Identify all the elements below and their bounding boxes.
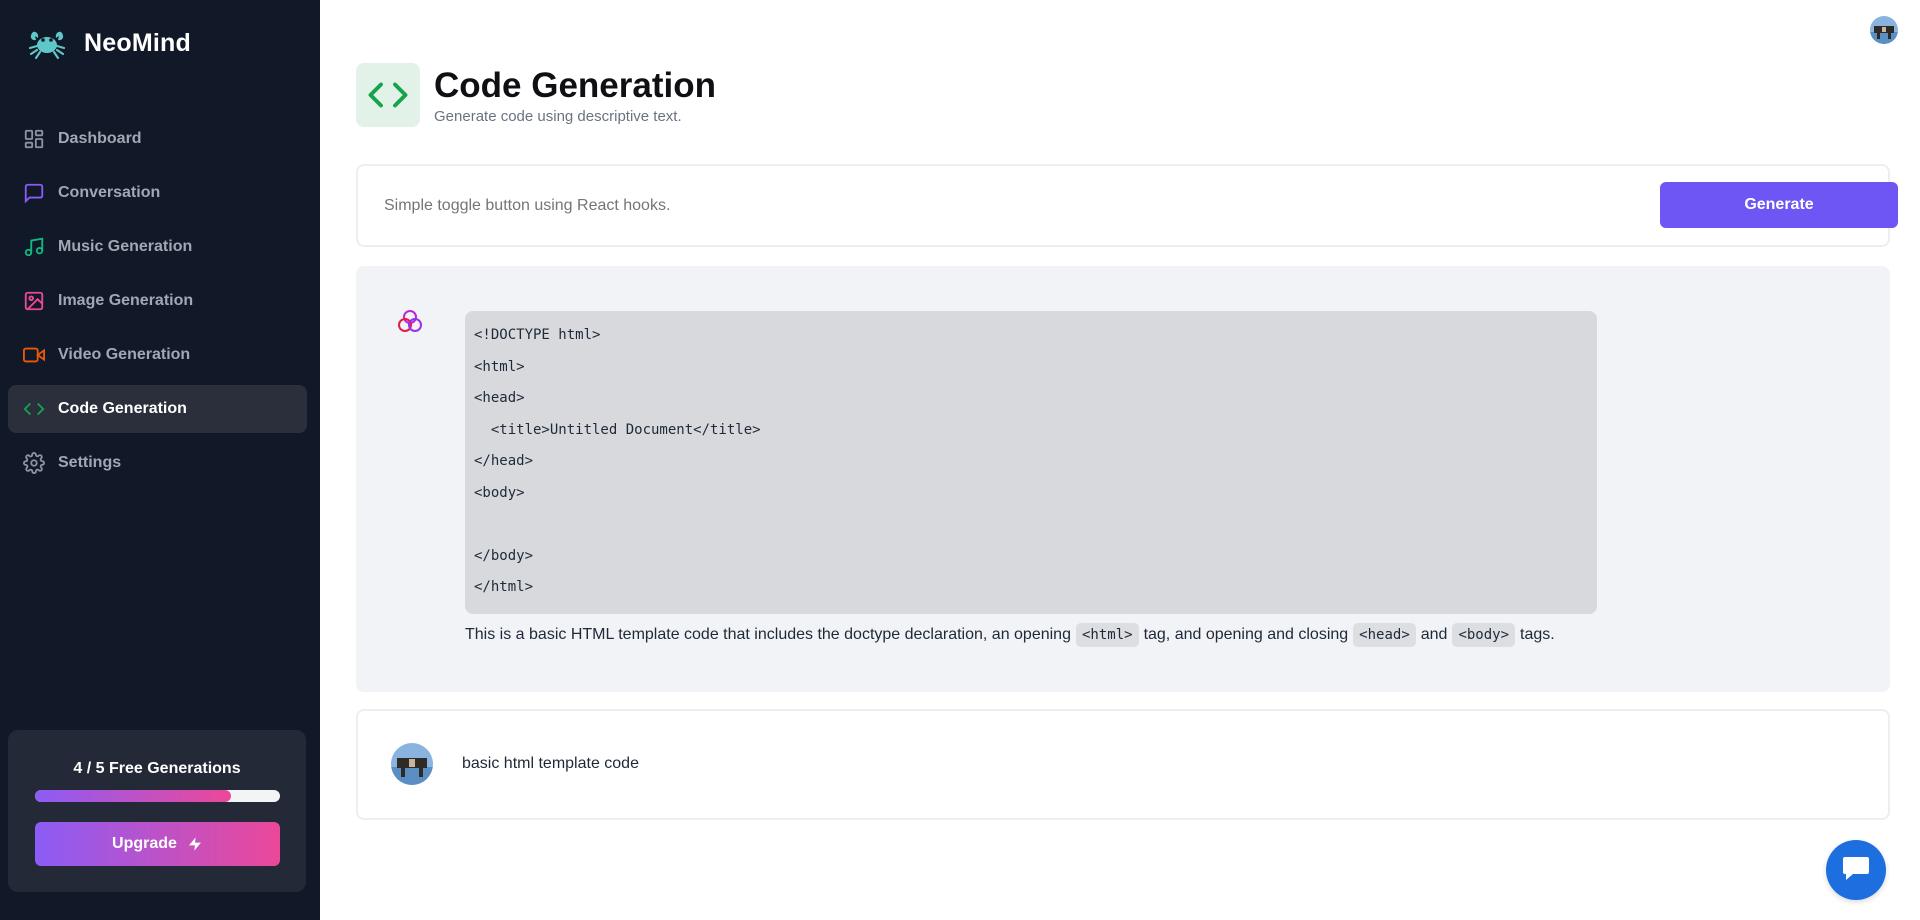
sidebar-item-label: Image Generation (58, 292, 194, 309)
code-line: <head> (474, 390, 525, 406)
usage-progress-fill (35, 790, 231, 802)
upgrade-button-label: Upgrade (112, 835, 177, 852)
video-icon (22, 343, 46, 367)
inline-code: <head> (1353, 623, 1416, 647)
code-line: <html> (474, 358, 525, 375)
user-message: basic html template code (356, 709, 1890, 820)
sidebar-item-code-generation[interactable]: Code Generation (8, 385, 307, 433)
sidebar-item-label: Conversation (58, 184, 161, 201)
sidebar-item-label: Settings (58, 454, 122, 471)
sidebar-item-dashboard[interactable]: Dashboard (8, 115, 307, 163)
page-subtitle: Generate code using descriptive text. (434, 107, 682, 125)
sidebar-item-image-generation[interactable]: Image Generation (8, 277, 307, 325)
chat-icon (1841, 854, 1871, 887)
code-line: <body> (474, 484, 525, 501)
generate-button[interactable]: Generate (1660, 182, 1898, 228)
bot-avatar-icon (394, 306, 426, 338)
code-block: <!DOCTYPE html> <html> <head> <title>Unt… (465, 311, 1597, 614)
explanation-text: This is a basic HTML template code that … (465, 626, 1071, 643)
free-generations-card: 4 / 5 Free Generations Upgrade (8, 730, 306, 892)
user-avatar (391, 743, 433, 785)
page-header: Code Generation Generate code using desc… (356, 63, 716, 127)
brand[interactable]: NeoMind (26, 22, 191, 64)
code-line: <!DOCTYPE html> (474, 327, 601, 343)
app-root: NeoMind Dashboard Conversation Music Gen… (0, 0, 1920, 920)
sidebar-item-label: Video Generation (58, 346, 191, 363)
upgrade-button[interactable]: Upgrade (35, 822, 280, 866)
bot-message: <!DOCTYPE html> <html> <head> <title>Unt… (356, 266, 1890, 692)
free-generations-count: 4 / 5 Free Generations (73, 760, 241, 777)
crab-logo-icon (26, 22, 68, 64)
chat-support-button[interactable] (1826, 840, 1886, 900)
layout-dashboard-icon (22, 127, 46, 151)
code-line: </html> (474, 579, 534, 595)
image-icon (22, 289, 46, 313)
sidebar-nav: Dashboard Conversation Music Generation … (8, 115, 307, 493)
prompt-form: Generate (356, 164, 1898, 247)
code-line: </head> (474, 453, 534, 469)
code-line: </body> (474, 547, 534, 564)
brand-name: NeoMind (84, 28, 191, 57)
sidebar-item-label: Music Generation (58, 238, 193, 255)
inline-code: <body> (1452, 623, 1516, 647)
bot-explanation: This is a basic HTML template code that … (465, 623, 1555, 647)
inline-code: <html> (1075, 623, 1139, 647)
explanation-text: and (1420, 626, 1448, 643)
message-square-icon (22, 181, 46, 205)
user-message-text: basic html template code (462, 755, 639, 772)
page-header-text: Code Generation Generate code using desc… (434, 66, 716, 125)
code-icon (22, 397, 46, 421)
page-title: Code Generation (434, 65, 716, 105)
sidebar: NeoMind Dashboard Conversation Music Gen… (0, 0, 320, 920)
prompt-input[interactable] (384, 188, 1584, 224)
usage-progress-bar (35, 790, 280, 802)
zap-icon (187, 835, 203, 853)
explanation-text: tags. (1520, 626, 1555, 643)
sidebar-item-music-generation[interactable]: Music Generation (8, 223, 307, 271)
sidebar-item-video-generation[interactable]: Video Generation (8, 331, 307, 379)
explanation-text: tag, and opening and closing (1143, 626, 1349, 643)
music-icon (22, 235, 46, 259)
main-content: Code Generation Generate code using desc… (320, 0, 1920, 920)
sidebar-item-label: Code Generation (58, 400, 187, 417)
sidebar-item-settings[interactable]: Settings (8, 439, 307, 487)
sidebar-item-conversation[interactable]: Conversation (8, 169, 307, 217)
code-icon (356, 63, 420, 127)
user-avatar-button[interactable] (1870, 16, 1898, 44)
settings-icon (22, 451, 46, 475)
sidebar-item-label: Dashboard (58, 130, 142, 147)
code-line: <title>Untitled Document</title> (474, 421, 761, 438)
